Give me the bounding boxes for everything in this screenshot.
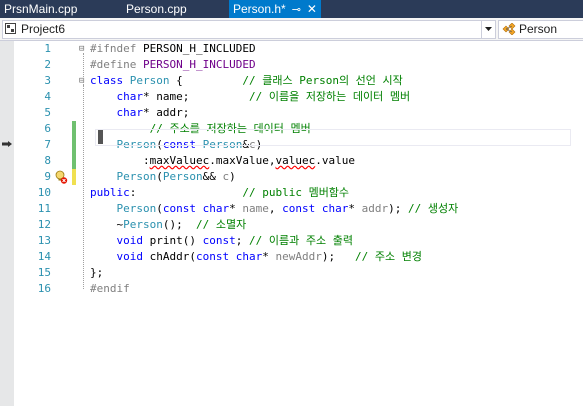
code-line: 8 :maxValuec.maxValue,valuec.value [14,153,583,169]
code-line: 4 char* name; // 이름을 저장하는 데이터 멤버 [14,89,583,105]
code-text: :maxValuec.maxValue,valuec.value [90,154,355,167]
scope-name: Person [519,22,558,36]
chevron-down-icon[interactable] [481,21,495,38]
document-tab-bar: PrsnMain.cpp Person.cpp Person.h* ⊸ ✕ [0,0,583,18]
saved-change-marker [72,153,76,169]
line-number: 2 [44,58,51,71]
code-line: 5 char* addr; [14,105,583,121]
close-icon[interactable]: ✕ [307,2,317,16]
class-icon [502,23,516,35]
line-number: 9 [44,170,51,183]
code-text: #endif [90,282,130,295]
code-text: char* name; // 이름을 저장하는 데이터 멤버 [116,90,411,103]
code-text: char* addr; [116,106,190,119]
code-text: Person(const char* name, const char* add… [116,202,459,215]
fold-guide [83,85,84,269]
code-text: Person(Person&& c) [116,170,236,183]
code-line: 14 void chAddr(const char* newAddr); // … [14,249,583,265]
tab-person-h[interactable]: Person.h* ⊸ ✕ [229,0,321,18]
line-number: 8 [44,154,51,167]
saved-change-marker [72,121,76,137]
line-number: 15 [37,266,51,279]
tab-label: Person.h* [233,2,286,16]
navigation-bar: Project6 Person [0,18,583,41]
code-text: ~Person(); // 소멸자 [90,218,247,231]
unsaved-change-marker [72,169,76,185]
code-text: #define PERSON_H_INCLUDED [90,58,256,71]
tab-prsnmain-cpp[interactable]: PrsnMain.cpp [4,0,77,18]
line-number: 7 [44,138,51,151]
scope-dropdown[interactable]: Person [498,20,583,39]
code-line: 13 void print() const; // 이름과 주소 출력 [14,233,583,249]
code-line: 9 Person(Person&& c) [14,169,583,185]
code-text: #ifndef PERSON_H_INCLUDED [90,42,256,55]
line-number: 3 [44,74,51,87]
code-line: 11 Person(const char* name, const char* … [14,201,583,217]
code-text: void chAddr(const char* newAddr); // 주소 … [116,250,422,263]
code-text: void print() const; // 이름과 주소 출력 [116,234,353,247]
text-caret [98,130,103,144]
line-number: 12 [37,218,51,231]
line-number: 13 [37,234,51,247]
tab-person-cpp[interactable]: Person.cpp [126,0,187,18]
line-number: 14 [37,250,51,263]
line-number: 4 [44,90,51,103]
line-number: 6 [44,122,51,135]
project-icon [5,23,16,34]
lightbulb-error-icon[interactable] [54,170,68,184]
code-text: class Person { // 클래스 Person의 선언 시작 [90,74,403,87]
pin-icon[interactable]: ⊸ [292,4,301,16]
saved-change-marker [72,137,76,153]
indicator-margin[interactable] [0,41,14,406]
code-editor[interactable]: 1 ⊟ #ifndef PERSON_H_INCLUDED 2 #define … [14,41,583,406]
current-line-highlight [95,129,571,146]
line-number: 11 [37,202,51,215]
project-name: Project6 [21,22,66,36]
code-line: 10 public: // public 멤버함수 [14,185,583,201]
line-number: 10 [37,186,51,199]
code-line: 16 #endif [14,281,583,297]
code-text: }; [90,266,104,279]
line-number: 5 [44,106,51,119]
code-line: 2 #define PERSON_H_INCLUDED [14,57,583,73]
code-line: 3 ⊟ class Person { // 클래스 Person의 선언 시작 [14,73,583,89]
line-number: 16 [37,282,51,295]
code-line: 1 ⊟ #ifndef PERSON_H_INCLUDED [14,41,583,57]
line-number: 1 [44,42,51,55]
execution-arrow-icon [2,141,12,147]
code-line: 15 }; [14,265,583,281]
code-text: public: // public 멤버함수 [90,186,350,199]
code-line: 12 ~Person(); // 소멸자 [14,217,583,233]
project-dropdown[interactable]: Project6 [2,20,496,39]
